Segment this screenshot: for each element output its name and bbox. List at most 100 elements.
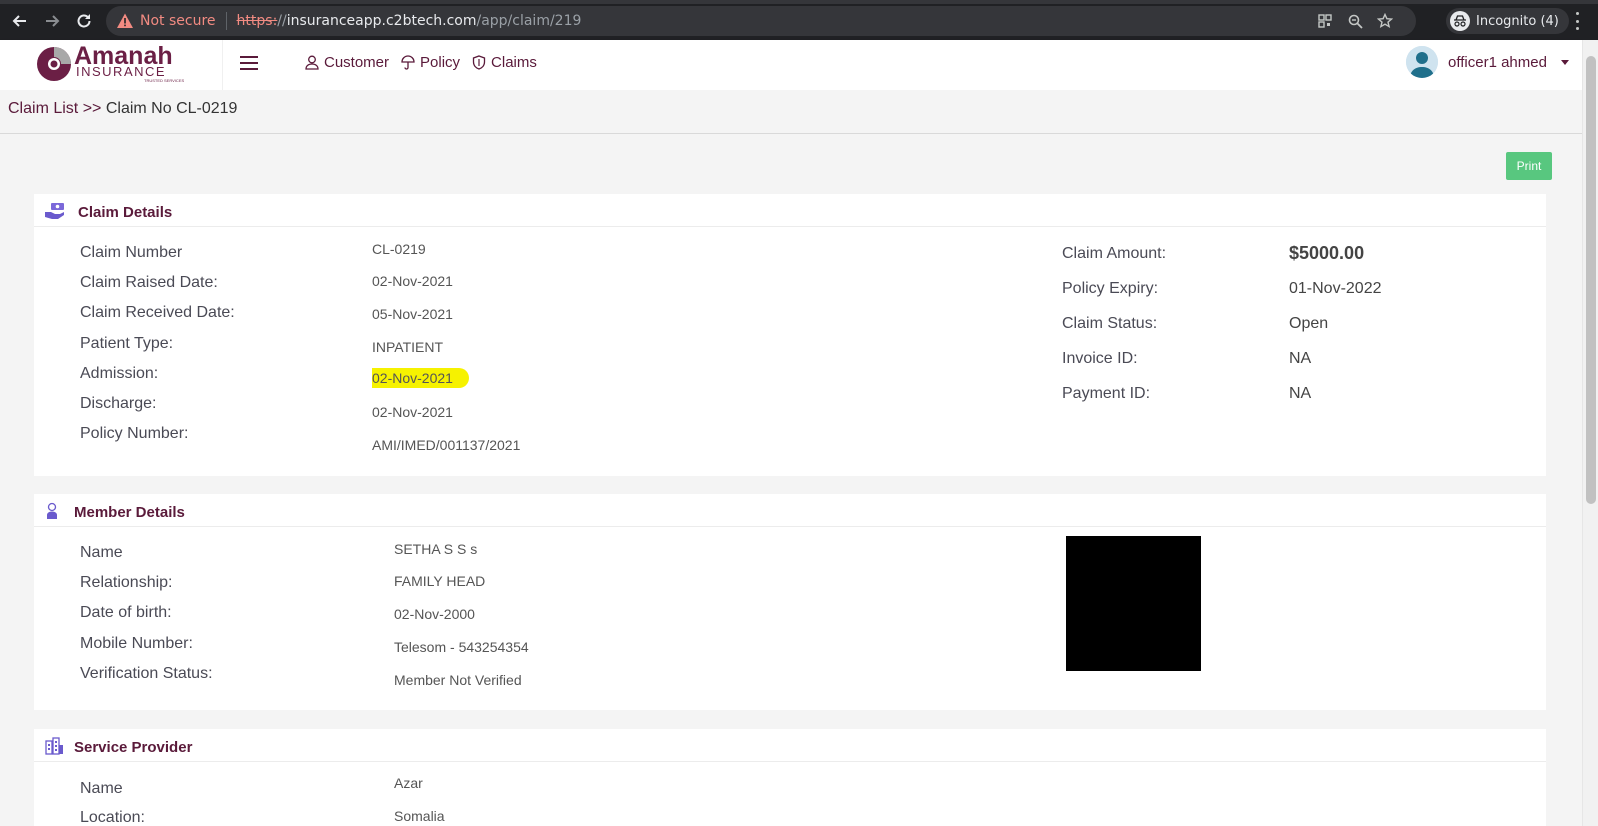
member-details-title: Member Details [74, 504, 185, 521]
nav-claims[interactable]: Claims [472, 54, 537, 71]
nav-policy-label: Policy [420, 54, 461, 71]
amanah-insurance-logo[interactable]: Amanah INSURANCE TRUSTED SERVICES [34, 42, 224, 88]
service-provider-header: Service Provider [34, 729, 1546, 762]
warning-icon [117, 13, 133, 28]
omnibox-actions [1316, 6, 1394, 36]
address-bar[interactable]: Not secure https://insuranceapp.c2btech.… [106, 6, 1416, 36]
nav-claims-label: Claims [491, 54, 537, 71]
zoom-icon[interactable] [1346, 12, 1364, 30]
person-icon [305, 55, 319, 70]
payment-id-label: Payment ID: [1062, 385, 1151, 402]
patient-type-value: INPATIENT [372, 339, 444, 355]
provider-location-label: Location: [80, 809, 145, 826]
member-name-value: SETHA S S s [394, 541, 478, 557]
verification-status-label: Verification Status: [80, 665, 213, 682]
avatar [1406, 46, 1438, 78]
url-host: insuranceapp.c2btech.com [286, 13, 477, 29]
url-scheme: https: [236, 13, 278, 29]
member-details-header: Member Details [34, 494, 1546, 527]
back-button[interactable] [9, 10, 31, 32]
omnibox-separator [225, 12, 227, 30]
patient-type-label: Patient Type: [80, 335, 174, 352]
service-provider-card: Service Provider Name Azar Location: Som… [34, 729, 1546, 826]
shield-icon [472, 55, 486, 70]
provider-name-value: Azar [394, 775, 423, 791]
claim-amount-value: $5000.00 [1289, 243, 1365, 263]
claim-raised-date-value: 02-Nov-2021 [372, 273, 453, 289]
discharge-label: Discharge: [80, 395, 157, 412]
invoice-id-value: NA [1289, 350, 1312, 367]
admission-highlight: 02-Nov-2021 [372, 368, 469, 388]
qr-code-icon[interactable] [1316, 12, 1334, 30]
hamburger-menu-icon[interactable] [240, 56, 258, 70]
verification-status-value: Member Not Verified [394, 672, 522, 688]
claim-received-date-value: 05-Nov-2021 [372, 306, 453, 322]
url-slashes: // [277, 13, 287, 29]
logo-sub: INSURANCE [76, 64, 166, 79]
user-menu[interactable]: officer1 ahmed [1406, 46, 1569, 78]
date-of-birth-value: 02-Nov-2000 [394, 606, 475, 622]
logo-tagline: TRUSTED SERVICES [144, 78, 184, 83]
reload-icon [77, 14, 91, 28]
discharge-value: 02-Nov-2021 [372, 404, 453, 420]
date-of-birth-label: Date of birth: [80, 604, 172, 621]
claim-details-header: Claim Details [34, 194, 1546, 227]
incognito-icon [1450, 11, 1470, 31]
member-details-card: Member Details Name SETHA S S s Relation… [34, 494, 1546, 710]
not-secure-label: Not secure [140, 13, 216, 29]
forward-button[interactable] [41, 10, 63, 32]
claim-details-title: Claim Details [78, 204, 173, 221]
service-provider-title: Service Provider [74, 739, 193, 756]
breadcrumb-current: Claim No CL-0219 [105, 100, 238, 117]
claim-status-label: Claim Status: [1062, 315, 1158, 332]
provider-name-label: Name [80, 780, 123, 797]
policy-number-label: Policy Number: [80, 425, 189, 442]
page-scrollbar[interactable] [1582, 40, 1598, 826]
top-navigation: Customer Policy Claims [305, 54, 537, 71]
member-name-label: Name [80, 544, 123, 561]
invoice-id-label: Invoice ID: [1062, 350, 1138, 367]
print-button[interactable]: Print [1506, 152, 1552, 180]
tab-strip-edge [0, 0, 1598, 4]
breadcrumb-bar: Claim List >> Claim No CL-0219 [0, 90, 1582, 134]
forward-arrow-icon [46, 15, 60, 27]
money-hand-icon [45, 203, 64, 219]
policy-number-value: AMI/IMED/001137/2021 [372, 437, 521, 453]
relationship-label: Relationship: [80, 574, 173, 591]
claim-number-value: CL-0219 [372, 241, 426, 257]
policy-expiry-label: Policy Expiry: [1062, 280, 1159, 297]
url-path: /app/claim/219 [476, 13, 582, 29]
admission-value: 02-Nov-2021 [372, 368, 469, 388]
reload-button[interactable] [73, 10, 95, 32]
building-icon [45, 737, 63, 755]
umbrella-icon [401, 55, 415, 70]
claim-amount-label: Claim Amount: [1062, 245, 1167, 262]
caret-down-icon [1560, 59, 1569, 65]
mobile-number-value: Telesom - 543254354 [394, 639, 529, 655]
provider-location-value: Somalia [394, 808, 445, 824]
breadcrumb-claim-list[interactable]: Claim List [8, 100, 78, 117]
claim-details-card: Claim Details Claim Number CL-0219 Claim… [34, 194, 1546, 476]
breadcrumb-separator: >> [82, 100, 102, 117]
user-name: officer1 ahmed [1448, 53, 1547, 71]
relationship-value: FAMILY HEAD [394, 573, 486, 589]
incognito-badge[interactable]: Incognito (4) [1446, 8, 1569, 34]
payment-id-value: NA [1289, 385, 1312, 402]
browser-menu-icon[interactable] [1574, 12, 1580, 30]
nav-customer[interactable]: Customer [305, 54, 389, 71]
incognito-label: Incognito (4) [1476, 13, 1559, 29]
breadcrumb: Claim List >> Claim No CL-0219 [8, 100, 237, 118]
logo-divider [222, 40, 223, 90]
policy-expiry-value: 01-Nov-2022 [1289, 280, 1382, 297]
claim-status-value: Open [1289, 315, 1329, 332]
claim-number-label: Claim Number [80, 244, 183, 261]
nav-policy[interactable]: Policy [401, 54, 460, 71]
nav-customer-label: Customer [324, 54, 390, 71]
scrollbar-thumb[interactable] [1586, 56, 1596, 504]
bookmark-star-icon[interactable] [1376, 12, 1394, 30]
member-photo [1066, 536, 1201, 671]
claim-raised-date-label: Claim Raised Date: [80, 274, 218, 291]
mobile-number-label: Mobile Number: [80, 635, 193, 652]
member-icon [47, 502, 57, 519]
app-header: Amanah INSURANCE TRUSTED SERVICES Custom… [0, 40, 1582, 90]
